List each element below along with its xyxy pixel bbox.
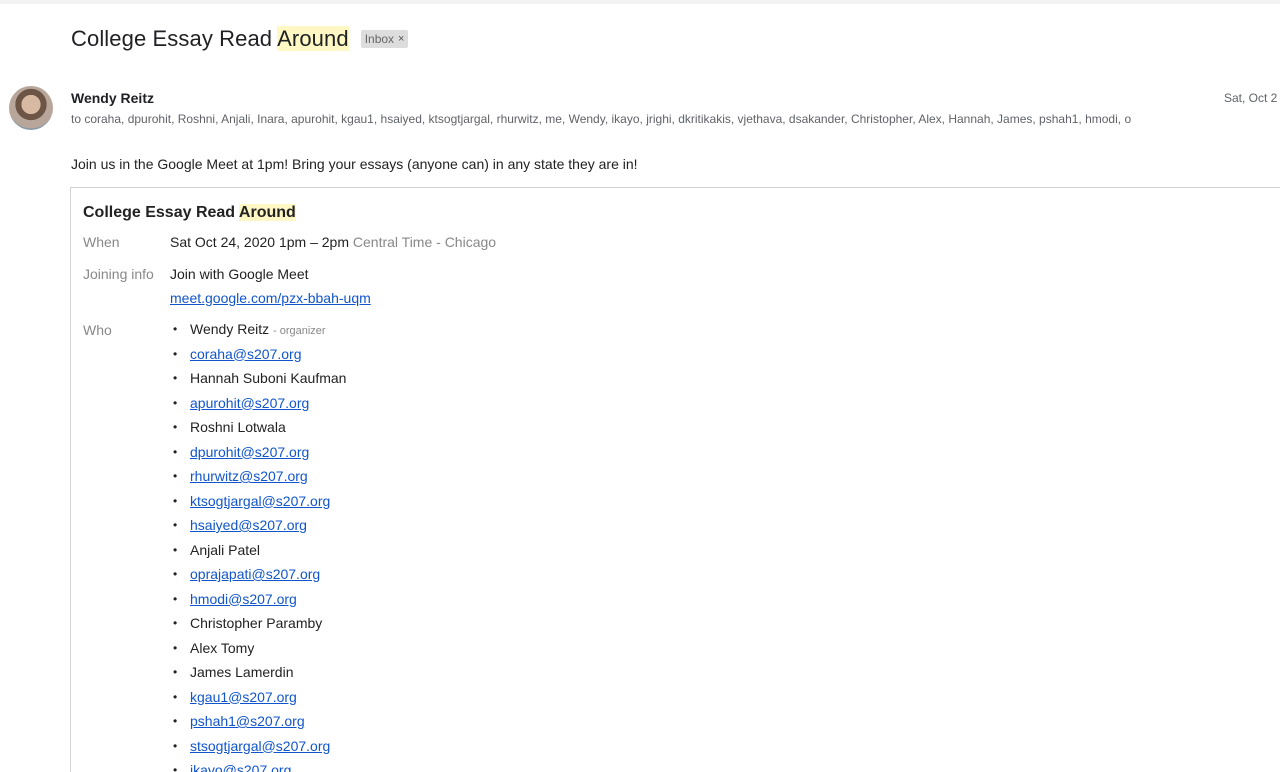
organizer-tag: - organizer bbox=[273, 325, 326, 337]
inbox-label-chip: Inbox × bbox=[360, 30, 409, 48]
guest-email-link[interactable]: ktsogtjargal@s207.org bbox=[190, 493, 330, 509]
guest-name: Christopher Paramby bbox=[190, 615, 323, 631]
subject-text: College Essay Read bbox=[71, 26, 278, 51]
when-label: When bbox=[83, 234, 120, 250]
inbox-label-text: Inbox bbox=[364, 32, 395, 46]
guest-list-item: Hannah Suboni Kaufman bbox=[170, 369, 346, 394]
guest-email-link[interactable]: hmodi@s207.org bbox=[190, 591, 297, 607]
event-timezone: Central Time - Chicago bbox=[352, 234, 497, 250]
guest-list-item: pshah1@s207.org bbox=[170, 712, 346, 737]
when-value: Sat Oct 24, 2020 1pm – 2pm Central Time … bbox=[170, 234, 496, 250]
guest-name: Hannah Suboni Kaufman bbox=[190, 370, 347, 386]
guest-email-link[interactable]: dpurohit@s207.org bbox=[190, 444, 309, 460]
remove-label-icon[interactable]: × bbox=[398, 32, 404, 46]
guest-name: Anjali Patel bbox=[190, 541, 261, 558]
guest-list-item: Wendy Reitz - organizer bbox=[170, 320, 346, 345]
guest-list-item: Anjali Patel bbox=[170, 541, 346, 566]
guest-name: Wendy Reitz bbox=[190, 321, 270, 337]
guest-list-item: coraha@s207.org bbox=[170, 345, 346, 370]
guest-email-link[interactable]: kgau1@s207.org bbox=[190, 689, 297, 705]
joining-info-label: Joining info bbox=[83, 266, 154, 282]
email-subject: College Essay Read Around bbox=[71, 26, 349, 52]
guest-list-item: oprajapati@s207.org bbox=[170, 565, 346, 590]
sender-avatar[interactable] bbox=[9, 86, 53, 130]
subject-row: College Essay Read Around Inbox × bbox=[71, 26, 409, 52]
sender-name[interactable]: Wendy Reitz bbox=[71, 90, 154, 106]
calendar-invite-card: College Essay Read Around When Sat Oct 2… bbox=[70, 187, 1280, 772]
guest-list-item: kgau1@s207.org bbox=[170, 688, 346, 713]
guest-list-item: dpurohit@s207.org bbox=[170, 443, 346, 468]
guest-email-link[interactable]: apurohit@s207.org bbox=[190, 395, 309, 411]
event-title[interactable]: College Essay Read Around bbox=[83, 204, 296, 222]
guest-email-link[interactable]: ikayo@s207.org bbox=[190, 762, 291, 772]
recipients-line[interactable]: to coraha, dpurohit, Roshni, Anjali, Ina… bbox=[71, 112, 1131, 126]
guest-list-item: rhurwitz@s207.org bbox=[170, 467, 346, 492]
email-body: Join us in the Google Meet at 1pm! Bring… bbox=[71, 156, 638, 172]
event-time: Sat Oct 24, 2020 1pm – 2pm bbox=[170, 234, 349, 250]
who-label: Who bbox=[83, 322, 112, 338]
guest-email-link[interactable]: coraha@s207.org bbox=[190, 346, 302, 362]
guest-name: Alex Tomy bbox=[190, 639, 255, 656]
guest-email-link[interactable]: hsaiyed@s207.org bbox=[190, 517, 307, 533]
guest-list-item: ktsogtjargal@s207.org bbox=[170, 492, 346, 517]
meet-link-row: meet.google.com/pzx-bbah-uqm bbox=[170, 290, 371, 306]
joining-info-value: Join with Google Meet bbox=[170, 266, 309, 282]
guest-list-item: Alex Tomy bbox=[170, 639, 346, 664]
guest-email-link[interactable]: pshah1@s207.org bbox=[190, 713, 305, 729]
guest-list-item: hsaiyed@s207.org bbox=[170, 516, 346, 541]
top-divider bbox=[0, 0, 1280, 4]
guest-email-link[interactable]: rhurwitz@s207.org bbox=[190, 468, 308, 484]
guest-list-item: ikayo@s207.org bbox=[170, 761, 346, 772]
event-title-text: College Essay Read bbox=[83, 204, 239, 221]
guest-list-item: Roshni Lotwala bbox=[170, 418, 346, 443]
guest-name: James Lamerdin bbox=[190, 664, 294, 680]
guest-list: Wendy Reitz - organizercoraha@s207.orgHa… bbox=[170, 320, 346, 772]
guest-list-item: Christopher Paramby bbox=[170, 614, 346, 639]
guest-list-item: apurohit@s207.org bbox=[170, 394, 346, 419]
email-view: College Essay Read Around Inbox × Wendy … bbox=[0, 0, 1280, 772]
guest-list-item: stsogtjargal@s207.org bbox=[170, 737, 346, 762]
subject-highlight: Around bbox=[277, 26, 349, 51]
guest-name: Roshni Lotwala bbox=[190, 419, 286, 435]
meet-link[interactable]: meet.google.com/pzx-bbah-uqm bbox=[170, 290, 371, 306]
guest-email-link[interactable]: stsogtjargal@s207.org bbox=[190, 738, 330, 754]
guest-list-item: hmodi@s207.org bbox=[170, 590, 346, 615]
guest-email-link[interactable]: oprajapati@s207.org bbox=[190, 566, 320, 582]
event-title-highlight: Around bbox=[238, 204, 296, 221]
guest-list-item: James Lamerdin bbox=[170, 663, 346, 688]
email-date: Sat, Oct 2 bbox=[1224, 91, 1278, 105]
